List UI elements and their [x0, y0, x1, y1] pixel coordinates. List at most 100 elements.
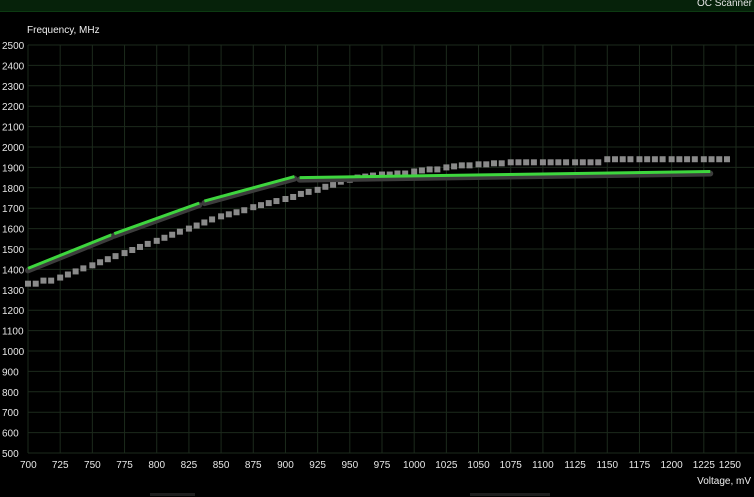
reference-point — [273, 198, 280, 205]
reference-point — [193, 222, 200, 229]
reference-point — [144, 240, 151, 247]
reference-point — [314, 186, 321, 193]
x-tick-label: 875 — [245, 460, 262, 471]
y-tick-label: 2100 — [2, 123, 25, 134]
reference-point — [523, 159, 530, 166]
y-tick-label: 900 — [2, 367, 19, 378]
reference-point — [708, 156, 715, 163]
reference-point — [176, 228, 183, 235]
reference-point — [305, 188, 312, 195]
reference-point — [434, 166, 441, 173]
reference-point — [136, 243, 143, 250]
reference-point — [627, 156, 634, 163]
reference-point — [282, 196, 289, 203]
x-axis-title: Voltage, mV — [697, 476, 751, 487]
reference-point — [322, 183, 329, 190]
window-title: OC Scanner — [696, 0, 752, 9]
reference-point — [169, 231, 176, 238]
reference-point — [201, 219, 208, 226]
y-tick-label: 1100 — [2, 327, 24, 338]
x-tick-label: 750 — [84, 460, 101, 471]
y-tick-label: 1500 — [2, 245, 25, 256]
reference-point — [611, 156, 618, 163]
reference-point — [290, 193, 297, 200]
x-tick-label: 800 — [148, 460, 165, 471]
reference-point — [426, 166, 433, 173]
y-tick-labels: 500 600 700 800 900 1000 1100 1200 1300 1400 1500 1… — [2, 41, 25, 460]
x-tick-label: 1000 — [403, 460, 426, 471]
x-tick-label: 725 — [52, 460, 69, 471]
reference-point — [451, 163, 458, 170]
reference-point — [48, 277, 55, 284]
reference-point — [89, 262, 96, 269]
x-tick-label: 925 — [309, 460, 326, 471]
reference-point — [507, 159, 514, 166]
x-tick-label: 1225 — [693, 460, 716, 471]
reference-point — [515, 159, 522, 166]
reference-point — [700, 156, 707, 163]
x-tick-label: 825 — [181, 460, 198, 471]
reference-point — [466, 162, 473, 169]
reference-point — [72, 268, 79, 275]
x-tick-label: 900 — [277, 460, 294, 471]
y-tick-label: 2000 — [2, 143, 25, 154]
reference-point — [604, 156, 611, 163]
reference-point — [112, 253, 119, 260]
x-tick-label: 1150 — [597, 460, 619, 471]
reference-point — [483, 161, 490, 168]
reference-point — [250, 204, 257, 211]
y-tick-label: 700 — [2, 408, 19, 419]
y-tick-label: 1700 — [2, 204, 25, 215]
reference-point — [218, 213, 225, 220]
reference-point — [97, 259, 104, 266]
reference-point — [80, 265, 87, 272]
reference-point — [684, 156, 691, 163]
reference-point — [659, 156, 666, 163]
window-title-bar: OC Scanner — [0, 0, 754, 12]
y-axis-title: Frequency, MHz — [27, 25, 100, 36]
reference-point — [57, 274, 64, 281]
reference-point — [297, 190, 304, 197]
x-tick-label: 700 — [20, 460, 37, 471]
x-tick-label: 1075 — [500, 460, 523, 471]
y-tick-label: 600 — [2, 429, 19, 440]
vf-curve-chart[interactable]: Frequency, MHz 500 600 700 800 900 1000 1100 12… — [0, 12, 754, 489]
y-tick-label: 500 — [2, 449, 19, 460]
x-tick-label: 975 — [374, 460, 391, 471]
reference-point — [330, 181, 337, 188]
reference-point — [40, 277, 47, 284]
reference-point — [555, 159, 562, 166]
reference-point — [530, 159, 537, 166]
curve-segment-shadow — [201, 175, 298, 207]
y-tick-label: 2200 — [2, 102, 25, 113]
reference-point — [644, 156, 651, 163]
reference-point — [225, 211, 232, 218]
y-tick-label: 1900 — [2, 163, 25, 174]
reference-point — [676, 156, 683, 163]
curve-segment — [203, 175, 295, 203]
reference-point — [619, 156, 626, 163]
grid — [27, 44, 754, 454]
frequency-curve[interactable] — [25, 169, 714, 274]
x-tick-label: 1050 — [467, 460, 490, 471]
reference-point — [418, 167, 425, 174]
reference-point — [547, 159, 554, 166]
y-tick-label: 2400 — [2, 61, 25, 72]
reference-point — [443, 164, 450, 171]
strip-segment — [470, 493, 550, 496]
reference-point — [209, 216, 216, 223]
reference-point — [579, 159, 586, 166]
x-tick-label: 850 — [213, 460, 230, 471]
reference-point — [241, 207, 248, 214]
x-tick-label: 1125 — [564, 460, 586, 471]
y-tick-label: 1000 — [2, 347, 25, 358]
reference-point — [475, 161, 482, 168]
reference-point — [411, 168, 418, 175]
y-tick-label: 1800 — [2, 184, 25, 195]
curve-segment-shadow — [25, 233, 115, 274]
reference-point — [595, 159, 602, 166]
reference-point — [185, 225, 192, 232]
y-tick-label: 1400 — [2, 265, 25, 276]
x-tick-label: 775 — [116, 460, 133, 471]
reference-point — [723, 156, 730, 163]
